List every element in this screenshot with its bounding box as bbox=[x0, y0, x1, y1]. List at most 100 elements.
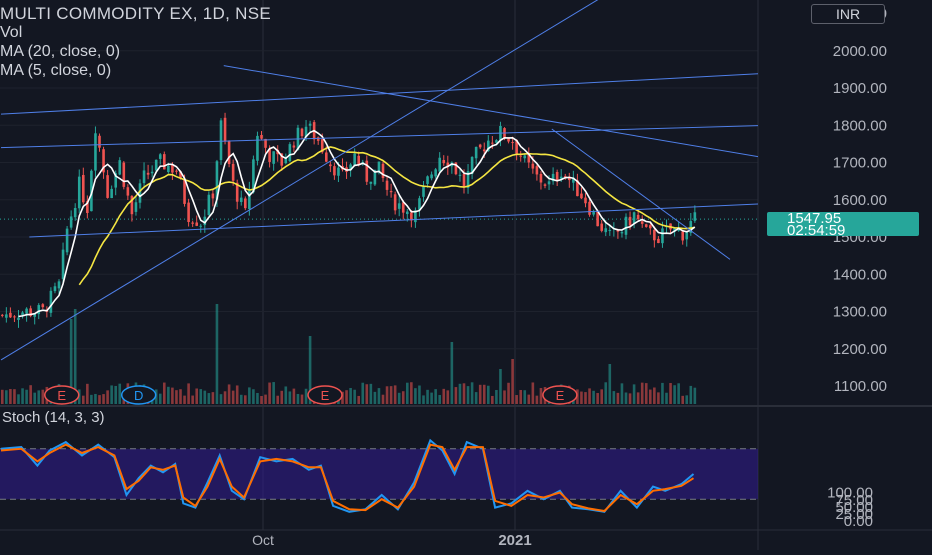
volume-bar bbox=[681, 395, 684, 404]
volume-bar bbox=[179, 389, 182, 404]
candle-body bbox=[13, 316, 16, 318]
candle-body bbox=[511, 142, 514, 144]
price-axis[interactable]: 2100.002000.001900.001800.001700.001600.… bbox=[827, 6, 887, 531]
candle-body bbox=[438, 157, 441, 172]
chart-area[interactable]: EDEE 2100.002000.001900.001800.001700.00… bbox=[0, 0, 932, 550]
candle-body bbox=[491, 142, 494, 144]
volume-bar bbox=[17, 394, 20, 404]
volume-bar bbox=[507, 382, 510, 404]
chart-svg[interactable]: EDEE 2100.002000.001900.001800.001700.00… bbox=[0, 0, 932, 550]
legend-ma20[interactable]: MA (20, close, 0) bbox=[0, 42, 271, 61]
price-tick-label: 1800.00 bbox=[833, 117, 887, 134]
volume-bar bbox=[276, 395, 279, 404]
volume-bar bbox=[211, 392, 215, 404]
candle-body bbox=[21, 312, 24, 316]
candle-body bbox=[381, 163, 385, 179]
volume-bar bbox=[592, 390, 595, 404]
volume-bar bbox=[373, 391, 377, 404]
candle-body bbox=[272, 151, 275, 164]
volume-bar bbox=[349, 387, 352, 404]
candle-body bbox=[167, 165, 170, 172]
price-tick-label: 1700.00 bbox=[833, 155, 887, 172]
volume-bar bbox=[474, 392, 478, 404]
volume-bar bbox=[495, 389, 498, 404]
volume-bar bbox=[288, 391, 292, 404]
candle-body bbox=[187, 202, 190, 223]
volume-bar bbox=[377, 388, 381, 404]
volume-bar bbox=[685, 395, 689, 404]
price-tick-label: 1600.00 bbox=[833, 192, 887, 209]
volume-bar bbox=[223, 391, 227, 404]
volume-bar bbox=[393, 385, 397, 404]
event-marker[interactable]: E bbox=[44, 385, 80, 405]
volume-bar bbox=[632, 384, 636, 404]
volume-bar bbox=[515, 395, 518, 404]
volume-bar bbox=[466, 386, 470, 404]
candle-body bbox=[636, 214, 640, 220]
candle-body bbox=[584, 197, 587, 204]
legend-volume[interactable]: Vol bbox=[0, 23, 271, 42]
candle-body bbox=[158, 154, 162, 159]
volume-bar bbox=[422, 395, 425, 404]
volume-bar bbox=[596, 393, 599, 404]
candle-body bbox=[17, 317, 20, 320]
candle-body bbox=[426, 176, 429, 184]
volume-bar bbox=[171, 387, 174, 404]
volume-bar bbox=[487, 385, 490, 404]
candle-body bbox=[110, 188, 113, 199]
candle-body bbox=[531, 163, 535, 169]
event-marker[interactable]: E bbox=[307, 385, 343, 405]
candle-body bbox=[163, 154, 166, 170]
volume-bar bbox=[167, 386, 170, 404]
volume-bar bbox=[90, 394, 93, 404]
candle-body bbox=[649, 225, 652, 229]
volume-bar bbox=[25, 389, 28, 404]
symbol-title[interactable]: MULTI COMMODITY EX, 1D, NSE bbox=[0, 4, 271, 23]
candle-body bbox=[523, 155, 527, 159]
candle-body bbox=[357, 155, 360, 165]
volume-bar bbox=[401, 391, 405, 404]
candle-body bbox=[37, 305, 41, 315]
volume-bar bbox=[280, 390, 284, 404]
candle-body bbox=[389, 191, 393, 193]
candle-body bbox=[5, 314, 8, 318]
volume-bar bbox=[231, 390, 235, 404]
volume-bar bbox=[296, 393, 300, 404]
event-marker[interactable]: E bbox=[542, 385, 578, 405]
volume-bar bbox=[114, 385, 117, 404]
volume-bar bbox=[272, 382, 275, 404]
price-tick-label: 1300.00 bbox=[833, 304, 887, 321]
volume-bar bbox=[539, 388, 543, 404]
volume-bar bbox=[406, 382, 409, 404]
volume-bar bbox=[535, 395, 539, 404]
volume-bar bbox=[689, 385, 693, 404]
volume-bar bbox=[478, 384, 482, 404]
candle-layer bbox=[1, 112, 697, 328]
candle-body bbox=[337, 167, 340, 176]
legend-ma5[interactable]: MA (5, close, 0) bbox=[0, 61, 271, 80]
candle-body bbox=[604, 228, 608, 233]
candle-body bbox=[365, 160, 369, 182]
time-axis[interactable]: Oct 2021 bbox=[252, 532, 532, 549]
stoch-legend[interactable]: Stoch (14, 3, 3) bbox=[2, 409, 105, 426]
candle-body bbox=[316, 137, 320, 141]
candle-body bbox=[620, 232, 624, 234]
stoch-tick-label: 0.00 bbox=[844, 513, 873, 530]
candle-body bbox=[154, 159, 158, 171]
price-tick-label: 1900.00 bbox=[833, 80, 887, 97]
volume-bar bbox=[669, 383, 672, 404]
candle-body bbox=[288, 144, 292, 162]
volume-bar bbox=[5, 390, 8, 404]
volume-bar bbox=[9, 389, 12, 404]
candle-body bbox=[57, 281, 61, 289]
volume-bar bbox=[264, 394, 267, 404]
trendline[interactable] bbox=[0, 125, 771, 149]
volume-bar bbox=[94, 393, 97, 404]
event-marker[interactable]: D bbox=[120, 385, 157, 405]
candle-body bbox=[65, 228, 69, 253]
candle-body bbox=[434, 169, 437, 177]
candle-body bbox=[223, 117, 227, 142]
currency-button[interactable]: INR bbox=[811, 4, 885, 24]
candle-body bbox=[588, 201, 591, 215]
last-price-tag: 1547.95 02:54:59 bbox=[767, 211, 919, 238]
